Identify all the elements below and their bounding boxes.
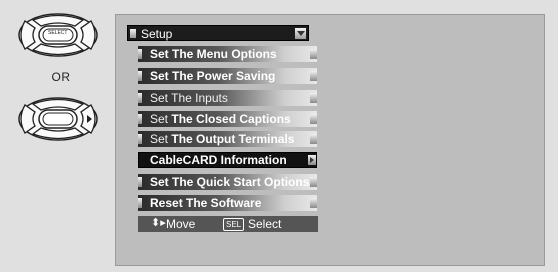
menu-item-prefix: Set — [150, 112, 172, 126]
menu-item-label: The Closed Captions — [171, 112, 291, 126]
menu-item-closed-captions[interactable]: Set The Closed Captions — [138, 111, 317, 127]
select-label: Select — [248, 217, 282, 231]
menu-item-label: Reset The Software — [150, 196, 262, 210]
help-bar: ⬍▸ Move SEL Select — [138, 216, 318, 232]
move-arrows-icon: ⬍▸ — [151, 217, 166, 229]
menu-item-inputs[interactable]: Set The Inputs — [138, 90, 317, 106]
menu-item-menu-options[interactable]: Set The Menu Options — [138, 46, 317, 62]
remote-select-key-diagram: SELECT — [17, 12, 99, 58]
or-label: OR — [51, 70, 71, 84]
menu-item-label: Set The Power Saving — [150, 69, 276, 83]
menu-title-bar: Setup — [127, 25, 309, 41]
menu-item-reset-software[interactable]: Reset The Software — [138, 195, 317, 211]
move-label: Move — [166, 217, 196, 231]
menu-item-label: CableCARD Information — [150, 153, 287, 167]
menu-item-label: Set The Menu Options — [150, 47, 277, 61]
select-key-label: SELECT — [48, 30, 68, 36]
menu-item-label: The Output Terminals — [171, 132, 295, 146]
chevron-down-icon[interactable] — [295, 28, 306, 39]
menu-tab-icon — [130, 29, 136, 38]
sel-key-icon: SEL — [223, 218, 245, 231]
menu-item-cablecard-information[interactable]: CableCARD Information — [138, 152, 317, 168]
menu-item-quick-start-options[interactable]: Set The Quick Start Options — [138, 174, 317, 190]
menu-item-power-saving[interactable]: Set The Power Saving — [138, 68, 317, 84]
menu-item-prefix: Set The Inputs — [150, 91, 228, 105]
menu-item-output-terminals[interactable]: Set The Output Terminals — [138, 131, 317, 147]
chevron-right-icon — [308, 155, 316, 165]
menu-item-label: Set The Quick Start Options — [150, 175, 310, 189]
menu-item-prefix: Set — [150, 132, 172, 146]
remote-dpad-diagram — [17, 96, 99, 142]
menu-title: Setup — [141, 27, 173, 41]
